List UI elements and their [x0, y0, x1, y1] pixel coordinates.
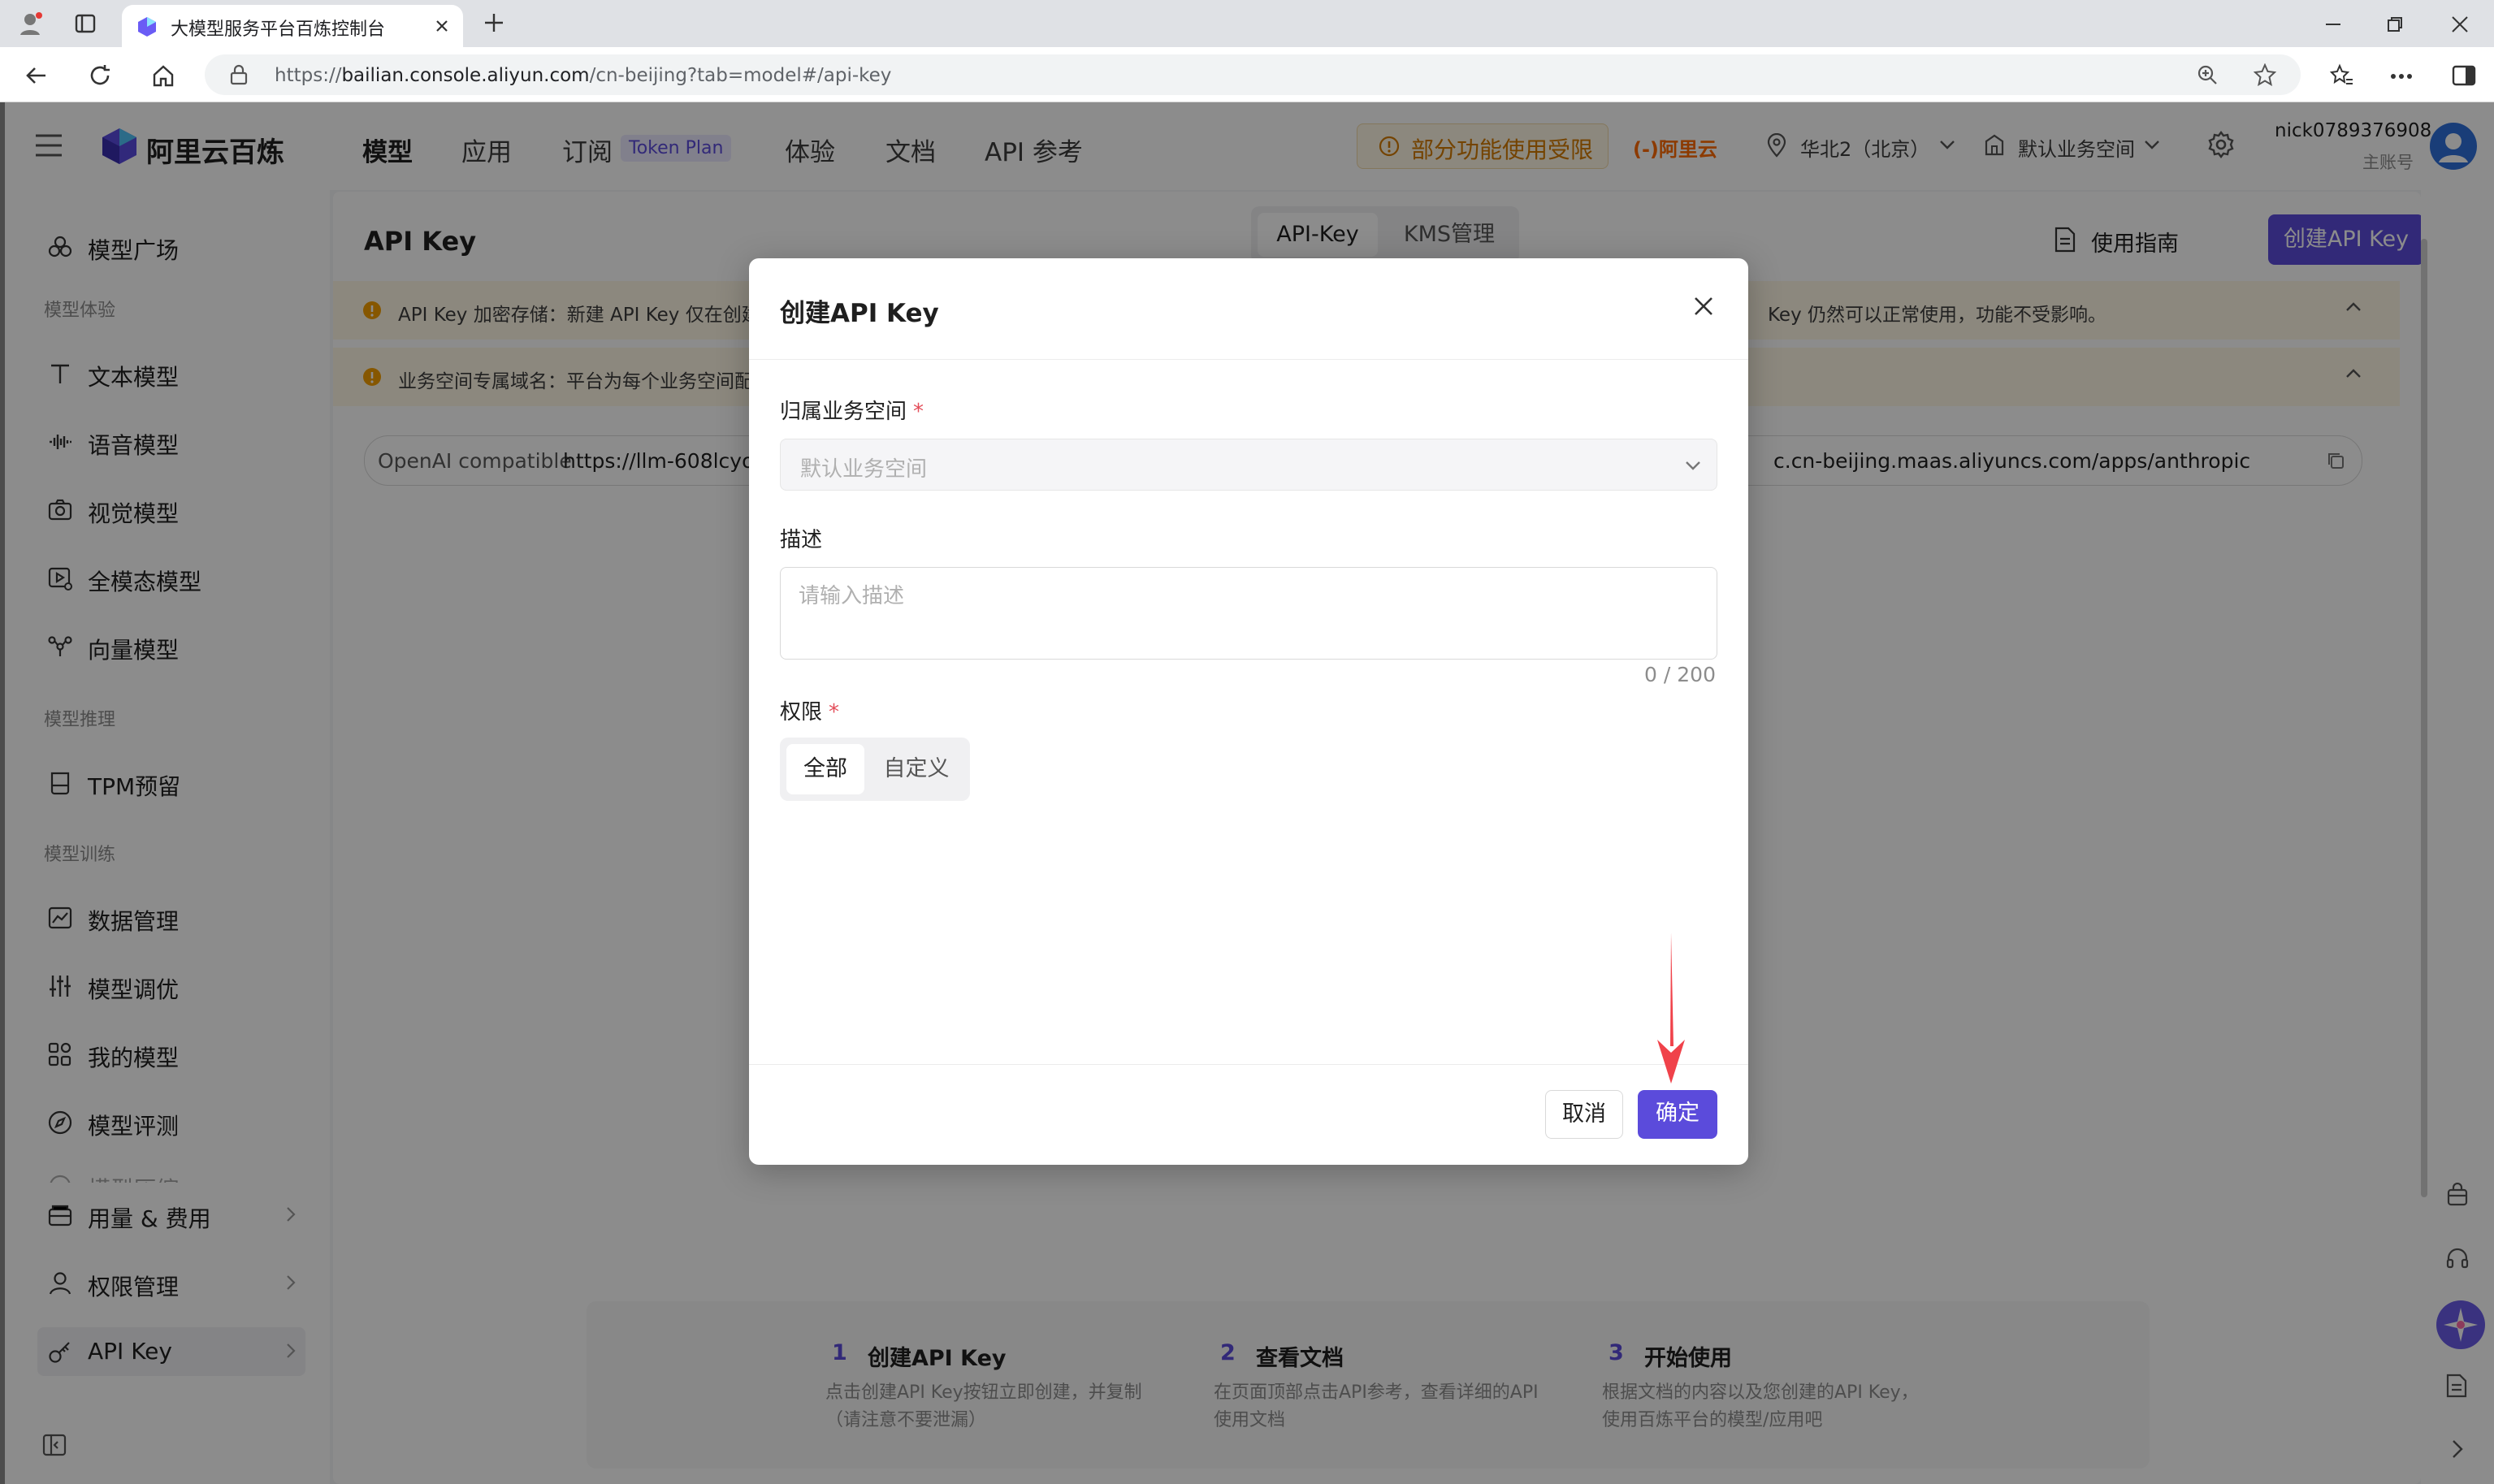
- sidebar-toggle-icon[interactable]: [2452, 63, 2476, 88]
- more-menu-icon[interactable]: [2390, 73, 2413, 80]
- close-tab-icon[interactable]: [434, 18, 450, 34]
- workspace-field-label: 归属业务空间 *: [780, 400, 924, 424]
- footer-divider: [749, 1064, 1748, 1065]
- annotation-arrow-icon: [1652, 932, 1690, 1084]
- close-icon[interactable]: [1691, 294, 1716, 318]
- browser-tab-bar: 大模型服务平台百炼控制台: [0, 0, 2494, 47]
- back-icon[interactable]: [24, 63, 49, 88]
- profile-icon[interactable]: [18, 11, 42, 36]
- description-char-counter: 0 / 200: [1644, 663, 1716, 686]
- permission-option-custom[interactable]: 自定义: [868, 744, 965, 794]
- workspace-select-value: 默认业务空间: [800, 457, 928, 482]
- url-text[interactable]: https://bailian.console.aliyun.com/cn-be…: [275, 65, 891, 86]
- bookmark-star-icon[interactable]: [2254, 63, 2276, 86]
- lock-icon[interactable]: [229, 64, 249, 85]
- url-bar[interactable]: https://bailian.console.aliyun.com/cn-be…: [205, 54, 2301, 95]
- create-api-key-dialog: 创建API Key 归属业务空间* 默认业务空间 描述 0 / 200 权限* …: [749, 258, 1748, 1165]
- header-divider: [749, 359, 1748, 360]
- browser-tab-active[interactable]: 大模型服务平台百炼控制台: [122, 5, 463, 47]
- restore-icon[interactable]: [2385, 15, 2405, 34]
- confirm-button[interactable]: 确定: [1638, 1090, 1717, 1139]
- dialog-title: 创建API Key: [780, 299, 939, 328]
- cancel-button[interactable]: 取消: [1545, 1090, 1623, 1139]
- permission-option-all[interactable]: 全部: [786, 744, 864, 794]
- description-field-label: 描述: [780, 528, 823, 552]
- minimize-icon[interactable]: [2323, 15, 2343, 34]
- workspace-select[interactable]: 默认业务空间: [780, 439, 1717, 491]
- address-bar-row: https://bailian.console.aliyun.com/cn-be…: [0, 47, 2494, 102]
- tab-actions-icon[interactable]: [75, 13, 96, 34]
- permission-field-label: 权限 *: [780, 700, 840, 725]
- tab-title: 大模型服务平台百炼控制台: [171, 19, 386, 40]
- permission-segmented: 全部 自定义: [780, 738, 970, 801]
- chevron-down-icon: [1684, 459, 1702, 472]
- description-input[interactable]: [780, 567, 1717, 660]
- home-icon[interactable]: [151, 63, 175, 88]
- zoom-icon[interactable]: [2197, 64, 2218, 85]
- bailian-favicon-icon: [136, 16, 158, 37]
- new-tab-icon[interactable]: [483, 11, 505, 34]
- favorites-icon[interactable]: [2330, 63, 2354, 88]
- close-window-icon[interactable]: [2450, 15, 2470, 34]
- reload-icon[interactable]: [88, 63, 112, 88]
